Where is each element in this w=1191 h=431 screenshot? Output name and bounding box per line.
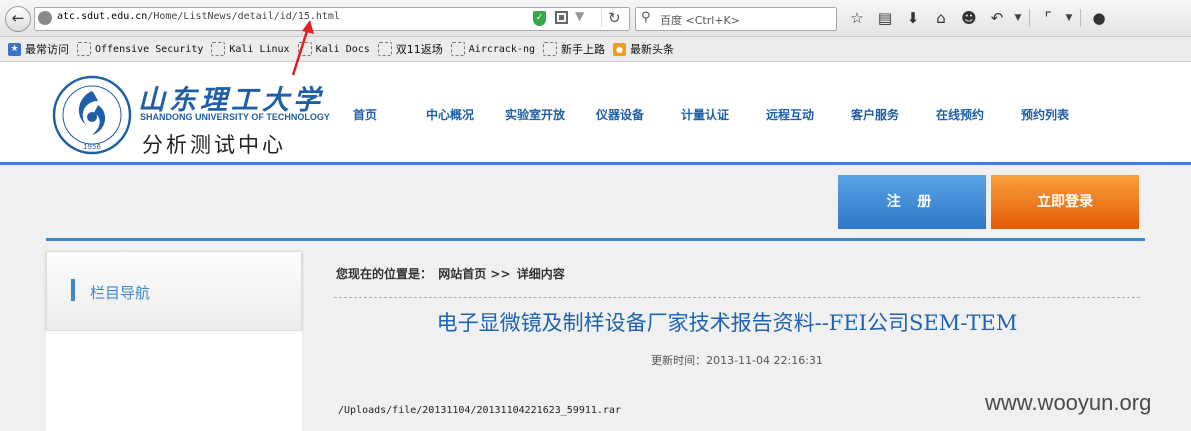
breadcrumb: 您现在的位置是： 网站首页 >> 详细内容	[336, 265, 567, 282]
chevron-down-icon[interactable]: ▼	[1062, 13, 1076, 23]
title-divider	[334, 297, 1140, 298]
nav-home[interactable]: 首页	[320, 106, 410, 123]
article-title: 电子显微镜及制样设备厂家技术报告资料--FEI公司SEM-TEM	[436, 311, 1018, 335]
nav-certification[interactable]: 计量认证	[660, 106, 750, 123]
toolbar-separator	[1029, 9, 1030, 27]
watermark: www.wooyun.org	[985, 390, 1152, 415]
reading-list-icon[interactable]: ▤	[871, 9, 899, 27]
crop-icon[interactable]: ⌜	[1034, 9, 1062, 27]
university-emblem-icon[interactable]: 1956	[52, 75, 132, 155]
address-bar[interactable]: atc.sdut.edu.cn/Home/ListNews/detail/id/…	[34, 7, 630, 31]
search-icon: ⚲	[641, 10, 651, 25]
url-host: atc.sdut.edu.cn	[57, 11, 148, 22]
bookmark-item[interactable]: 双11返场	[377, 41, 443, 57]
sidebar-accent-bar	[71, 279, 75, 301]
chevron-down-icon[interactable]: ▼	[1011, 13, 1025, 23]
folder-icon	[77, 42, 91, 56]
nav-customer-service[interactable]: 客户服务	[830, 106, 920, 123]
attachment-link[interactable]: /Uploads/file/20131104/20131104221623_59…	[338, 405, 621, 416]
center-name: 分析测试中心	[142, 133, 286, 157]
sidebar-body	[46, 331, 302, 431]
nav-online-booking[interactable]: 在线预约	[915, 106, 1005, 123]
emblem-year: 1956	[83, 143, 101, 151]
chevron-down-icon[interactable]: ▼	[575, 9, 584, 23]
annotation-arrow-icon	[291, 20, 314, 76]
sidebar-nav-header: 栏目导航	[46, 251, 302, 331]
bookmark-item[interactable]: ★ 最常访问	[8, 41, 69, 57]
register-button[interactable]: 注 册	[838, 175, 986, 229]
bookmark-star-icon: ★	[8, 42, 21, 56]
qr-code-icon[interactable]	[555, 11, 568, 24]
shield-icon[interactable]: ✓	[533, 11, 546, 26]
bookmark-item[interactable]: Offensive Security	[77, 42, 203, 56]
smiley-icon[interactable]: ☻	[955, 9, 983, 27]
globe-icon	[38, 11, 52, 25]
bookmark-label: Aircrack-ng	[468, 43, 536, 55]
breadcrumb-home[interactable]: 网站首页	[438, 267, 486, 281]
download-icon[interactable]: ⬇	[899, 9, 927, 27]
bookmark-label: Kali Linux	[229, 43, 290, 55]
nav-lab-open[interactable]: 实验室开放	[490, 106, 580, 123]
article-updated-time: 更新时间：2013-11-04 22:16:31	[651, 354, 823, 367]
bookmark-label: 新手上路	[561, 43, 606, 56]
undo-icon[interactable]: ↶	[983, 9, 1011, 27]
bookmark-label: 最常访问	[25, 43, 69, 56]
bookmark-star-icon[interactable]: ☆	[843, 9, 871, 27]
bookmark-label: 最新头条	[630, 43, 675, 56]
folder-icon	[450, 42, 465, 56]
back-arrow-icon[interactable]: ←	[5, 6, 31, 32]
bookmark-label: Offensive Security	[95, 43, 204, 55]
bookmark-item[interactable]: Aircrack-ng	[450, 42, 536, 56]
toolbar-icons: ☆ ▤ ⬇ ⌂ ☻ ↶ ▼ ⌜ ▼ ●	[843, 7, 1113, 29]
browser-toolbar: ← atc.sdut.edu.cn/Home/ListNews/detail/i…	[0, 0, 1191, 37]
content-divider	[46, 238, 1145, 241]
home-icon[interactable]: ⌂	[927, 9, 955, 27]
nav-booking-list[interactable]: 预约列表	[1000, 106, 1090, 123]
nav-remote[interactable]: 远程互动	[745, 106, 835, 123]
bookmark-label: 双11返场	[395, 43, 443, 56]
folder-icon	[543, 42, 558, 56]
search-input[interactable]: 百度 <Ctrl+K>	[660, 12, 740, 28]
toolbar-separator	[1080, 9, 1081, 27]
breadcrumb-separator: >>	[490, 267, 511, 281]
site-header: 1956 山东理工大学 SHANDONG UNIVERSITY OF TECHN…	[0, 62, 1191, 165]
sidebar-title: 栏目导航	[90, 284, 151, 302]
bookmark-item[interactable]: 新手上路	[543, 41, 605, 57]
university-name-en: SHANDONG UNIVERSITY OF TECHNOLOGY	[140, 112, 330, 122]
nav-instruments[interactable]: 仪器设备	[575, 106, 665, 123]
folder-icon	[377, 42, 392, 56]
breadcrumb-prefix: 您现在的位置是：	[336, 267, 433, 281]
bookmark-label: Kali Docs	[315, 43, 370, 55]
breadcrumb-current: 详细内容	[516, 267, 565, 281]
bookmark-item[interactable]: Kali Linux	[211, 42, 290, 56]
rss-icon: ●	[613, 42, 627, 56]
login-button[interactable]: 立即登录	[991, 175, 1139, 229]
folder-icon	[211, 42, 226, 56]
bookmarks-bar: ★ 最常访问 Offensive Security Kali Linux Kali…	[0, 37, 1191, 62]
nav-center-overview[interactable]: 中心概况	[405, 106, 495, 123]
bookmark-item[interactable]: ● 最新头条	[613, 41, 674, 57]
search-box[interactable]: ⚲ 百度 <Ctrl+K>	[635, 7, 837, 31]
reload-icon[interactable]: ↻	[601, 9, 621, 27]
chat-icon[interactable]: ●	[1085, 9, 1113, 27]
